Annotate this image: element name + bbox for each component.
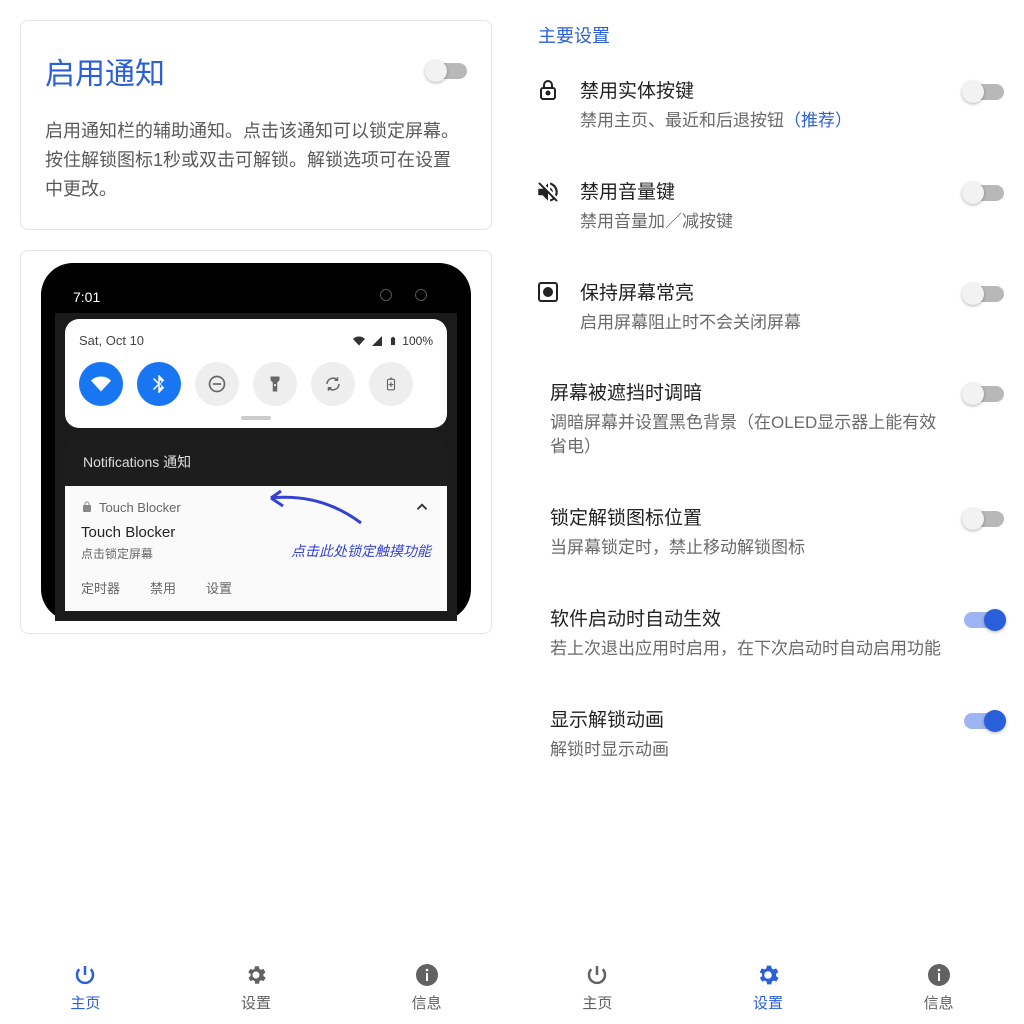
nav-home-r[interactable]: 主页	[512, 962, 683, 1013]
battery-percent: 100%	[402, 334, 433, 348]
gear-icon	[755, 962, 781, 988]
toggle-unlock-animation[interactable]	[964, 713, 1004, 729]
setting-unlock-animation[interactable]: 显示解锁动画 解锁时显示动画	[512, 683, 1024, 784]
rotate-icon	[311, 362, 355, 406]
bluetooth-icon	[137, 362, 181, 406]
toggle-disable-hw-keys[interactable]	[964, 84, 1004, 100]
card-description: 启用通知栏的辅助通知。点击该通知可以锁定屏幕。按住解锁图标1秒或双击可解锁。解锁…	[45, 117, 467, 203]
volume-off-icon	[520, 177, 576, 205]
lock-small-icon	[81, 501, 93, 513]
toggle-keep-screen-on[interactable]	[964, 286, 1004, 302]
toggle-disable-volume[interactable]	[964, 185, 1004, 201]
preview-card: 7:01 Sat, Oct 10 100%	[20, 250, 492, 634]
dnd-icon	[195, 362, 239, 406]
notif-app-name: Touch Blocker	[99, 500, 181, 515]
toggle-auto-enable[interactable]	[964, 612, 1004, 628]
nav-settings[interactable]: 设置	[171, 962, 342, 1013]
info-icon	[926, 962, 952, 988]
notif-action-settings: 设置	[206, 578, 232, 597]
annotation-text: 点击此处锁定触摸功能	[291, 541, 431, 561]
card-title: 启用通知	[45, 49, 165, 93]
battery-saver-icon	[369, 362, 413, 406]
power-icon	[72, 962, 98, 988]
toggle-lock-icon-position[interactable]	[964, 511, 1004, 527]
setting-disable-hw-keys[interactable]: 禁用实体按键 禁用主页、最近和后退按钮（推荐）	[512, 54, 1024, 155]
right-panel: 主要设置 禁用实体按键 禁用主页、最近和后退按钮（推荐） 禁用音量键 禁用音量加…	[512, 0, 1024, 1024]
power-icon	[584, 962, 610, 988]
nav-info-r[interactable]: 信息	[853, 962, 1024, 1013]
status-icons: 100%	[352, 334, 433, 348]
nav-info[interactable]: 信息	[341, 962, 512, 1013]
setting-disable-volume[interactable]: 禁用音量键 禁用音量加／减按键	[512, 155, 1024, 256]
enable-notification-toggle[interactable]	[427, 63, 467, 79]
setting-dim-when-covered[interactable]: 屏幕被遮挡时调暗 调暗屏幕并设置黑色背景（在OLED显示器上能有效省电）	[512, 356, 1024, 481]
chevron-up-icon	[413, 498, 431, 516]
left-panel: 启用通知 启用通知栏的辅助通知。点击该通知可以锁定屏幕。按住解锁图标1秒或双击可…	[0, 0, 512, 1024]
enable-notification-card: 启用通知 启用通知栏的辅助通知。点击该通知可以锁定屏幕。按住解锁图标1秒或双击可…	[20, 20, 492, 230]
nav-settings-r[interactable]: 设置	[683, 962, 854, 1013]
wifi-icon	[79, 362, 123, 406]
camera-cutout	[371, 285, 435, 305]
notif-title: Touch Blocker	[81, 524, 431, 541]
section-title: 主要设置	[512, 0, 1024, 54]
flashlight-icon	[253, 362, 297, 406]
notifications-header: Notifications 通知	[65, 438, 447, 486]
phone-date: Sat, Oct 10	[79, 333, 144, 348]
setting-auto-enable-on-start[interactable]: 软件启动时自动生效 若上次退出应用时启用，在下次启动时自动启用功能	[512, 582, 1024, 683]
setting-keep-screen-on[interactable]: 保持屏幕常亮 启用屏幕阻止时不会关闭屏幕	[512, 256, 1024, 357]
bottom-nav-right: 主页 设置 信息	[512, 950, 1024, 1024]
phone-time: 7:01	[73, 289, 100, 305]
annotation-arrow-icon	[261, 483, 371, 533]
notif-action-disable: 禁用	[150, 578, 176, 597]
notif-action-timer: 定时器	[81, 578, 120, 597]
brightness-icon	[520, 278, 576, 304]
phone-frame: 7:01 Sat, Oct 10 100%	[41, 263, 471, 621]
toggle-dim-when-covered[interactable]	[964, 386, 1004, 402]
lock-icon	[520, 76, 576, 102]
nav-home[interactable]: 主页	[0, 962, 171, 1013]
quick-settings-panel: Sat, Oct 10 100%	[65, 319, 447, 428]
gear-icon	[243, 962, 269, 988]
setting-lock-icon-position[interactable]: 锁定解锁图标位置 当屏幕锁定时，禁止移动解锁图标	[512, 481, 1024, 582]
bottom-nav-left: 主页 设置 信息	[0, 950, 512, 1024]
info-icon	[414, 962, 440, 988]
